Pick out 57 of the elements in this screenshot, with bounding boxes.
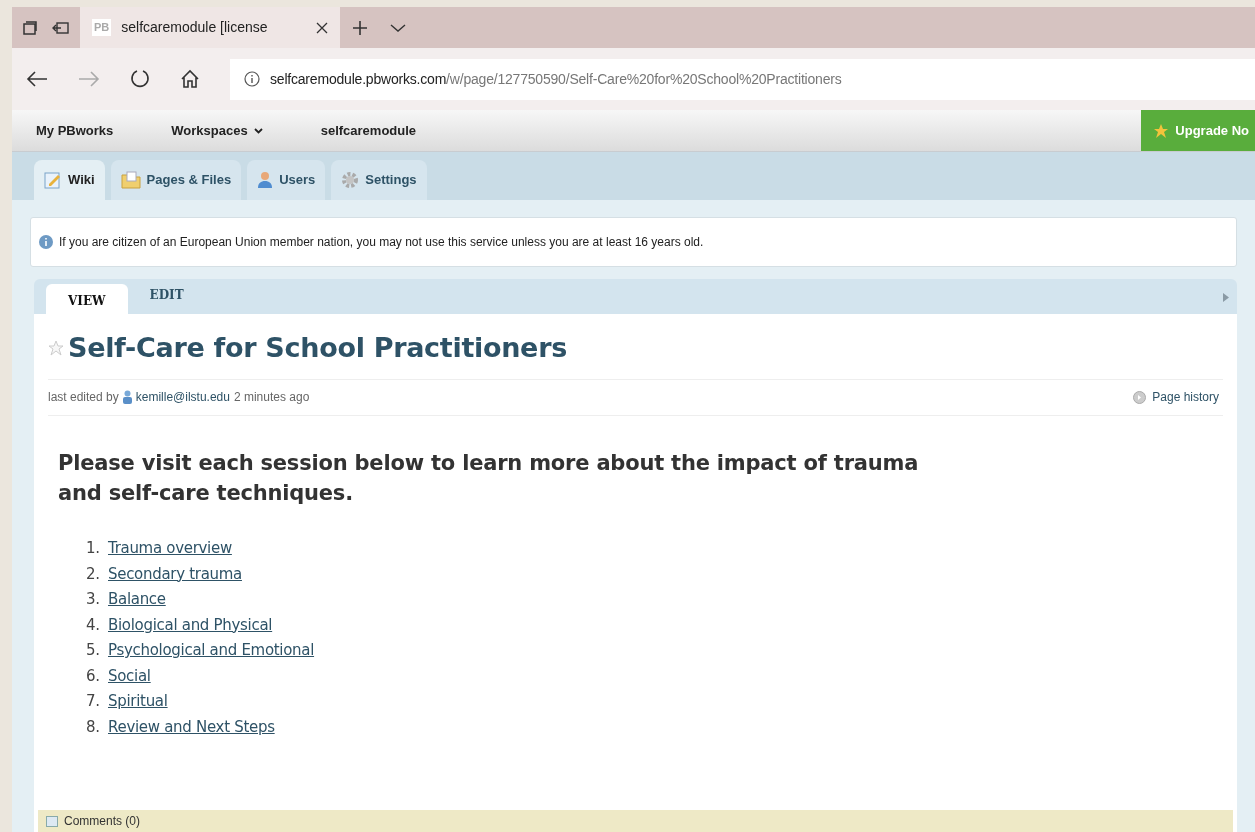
page-history-link[interactable]: Page history xyxy=(1152,388,1219,406)
star-icon[interactable] xyxy=(48,340,64,357)
meta-text: last edited by xyxy=(48,389,119,406)
home-icon[interactable] xyxy=(180,69,200,89)
page-title: Self-Care for School Practitioners xyxy=(68,331,567,365)
list-number: 1. xyxy=(86,538,101,559)
favicon-icon: PB xyxy=(92,19,112,36)
list-number: 6. xyxy=(86,665,101,687)
app-tab[interactable]: Wiki xyxy=(34,160,105,200)
info-icon[interactable] xyxy=(244,71,260,87)
new-tab-icon[interactable] xyxy=(352,19,368,36)
list-number: 2. xyxy=(86,563,101,585)
list-number: 5. xyxy=(86,640,101,661)
page-tab[interactable]: VIEW xyxy=(46,284,128,314)
app-tab[interactable]: Pages & Files xyxy=(110,160,242,200)
app-tab[interactable]: Settings xyxy=(331,160,427,200)
session-link[interactable]: Biological and Physical xyxy=(108,613,273,636)
pencil-page-icon xyxy=(44,171,62,189)
chevron-down-icon[interactable] xyxy=(390,22,406,33)
breadcrumb-link[interactable]: selfcaremodule xyxy=(310,110,417,151)
list-number: 3. xyxy=(86,589,101,610)
list-number: 4. xyxy=(86,614,101,636)
refresh-icon[interactable] xyxy=(130,68,150,90)
comments-bar[interactable]: Comments (0) xyxy=(38,810,1233,832)
session-link[interactable]: Balance xyxy=(108,588,166,611)
notice-text: If you are citizen of an European Union member nation, you may not use this service unless you are at least 16 years old. xyxy=(59,234,704,251)
session-link[interactable]: Review and Next Steps xyxy=(108,715,275,738)
breadcrumb-link[interactable]: My PBworks xyxy=(12,110,154,151)
user-link[interactable]: kemille@ilstu.edu xyxy=(135,388,230,406)
user-icon xyxy=(257,171,274,189)
address-bar[interactable]: selfcaremodule.pbworks.com/w/page/127750590/Self-Care%20for%20School%20Practitioners xyxy=(230,58,1255,100)
session-link[interactable]: Secondary trauma xyxy=(108,562,242,585)
comment-icon xyxy=(46,815,58,827)
intro-heading: Please visit each session below to learn more about the impact of trauma and self-care techniques. xyxy=(58,449,920,507)
page-tab[interactable]: EDIT xyxy=(127,282,206,314)
user-icon xyxy=(122,390,132,404)
list-number: 7. xyxy=(86,691,101,712)
breadcrumb-link[interactable]: Workspaces xyxy=(153,110,311,151)
folder-icon xyxy=(120,171,141,189)
close-icon[interactable] xyxy=(316,21,328,34)
session-link[interactable]: Psychological and Emotional xyxy=(108,639,315,662)
star-icon xyxy=(1153,122,1170,139)
back-icon[interactable] xyxy=(26,70,48,88)
list-number: 8. xyxy=(86,716,101,738)
set-aside-tabs-icon[interactable] xyxy=(52,20,70,35)
url-text: selfcaremodule.pbworks.com/w/page/127750590/Self-Care%20for%20School%20Practitioners xyxy=(270,69,842,89)
session-link[interactable]: Social xyxy=(108,664,151,687)
meta-text: 2 minutes ago xyxy=(233,389,310,406)
session-link[interactable]: Spiritual xyxy=(108,690,168,713)
gear-icon xyxy=(341,171,360,189)
app-tab[interactable]: Users xyxy=(247,160,326,200)
comments-label: Comments (0) xyxy=(64,813,140,830)
tab-overview-icon[interactable] xyxy=(22,19,38,36)
info-icon xyxy=(39,235,53,249)
history-icon xyxy=(1133,390,1147,404)
browser-tab[interactable]: PB selfcaremodule [license xyxy=(80,7,340,48)
session-link[interactable]: Trauma overview xyxy=(108,537,232,560)
